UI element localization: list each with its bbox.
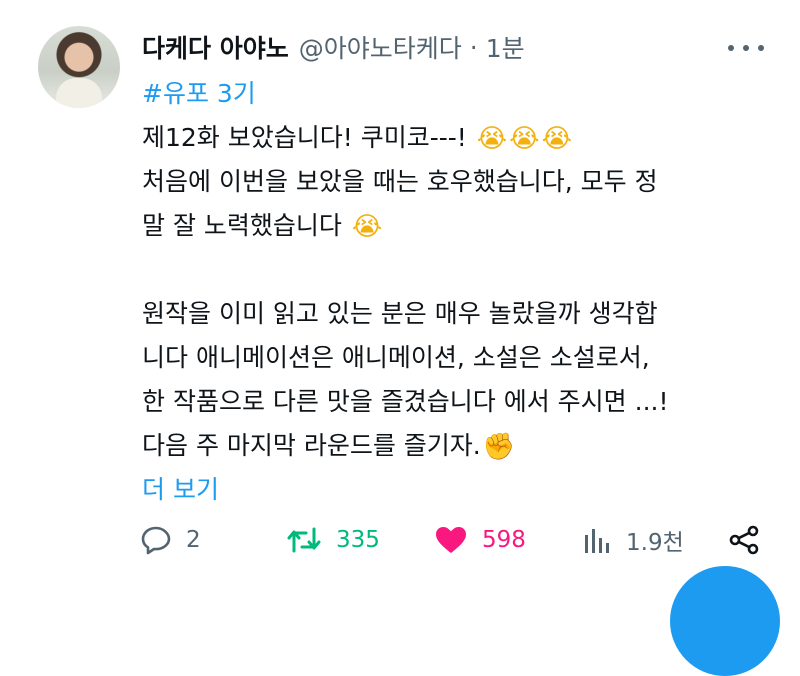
crying-face-icon: 😭 [476,124,508,154]
tweet-text-line: 처음에 이번을 보았을 때는 호우했습니다, 모두 정 [142,167,658,196]
hashtag-link[interactable]: #유포 3기 [142,79,256,108]
tweet-actions: 2 335 598 1.9천 [140,520,780,560]
share-icon [729,525,759,555]
like-count: 598 [482,527,526,553]
crying-face-icon: 😭 [541,124,572,154]
author-handle[interactable]: @아야노타케다 [299,29,462,65]
retweet-count: 335 [336,527,380,553]
tweet-text-line: 원작을 이미 읽고 있는 분은 매우 놀랐을까 생각합 [142,299,658,328]
crying-face-icon: 😭 [509,124,540,154]
crying-face-icon: 😭 [351,212,383,242]
author-display-name[interactable]: 다케다 아야노 [142,29,289,65]
reply-count: 2 [186,527,201,553]
tweet-timestamp[interactable]: 1분 [486,29,525,65]
analytics-icon [585,529,609,553]
like-button[interactable]: 598 [434,520,526,560]
tweet-header: 다케다 아야노 @아야노타케다 · 1분 [142,30,525,64]
reply-button[interactable]: 2 [140,520,201,560]
view-count: 1.9천 [626,530,684,556]
author-avatar[interactable] [38,26,120,108]
compose-button[interactable] [670,566,780,676]
raised-fist-icon: ✊ [482,432,516,462]
share-button[interactable] [728,520,760,560]
tweet-body: #유포 3기 제12화 보았습니다! 쿠미코---! 😭😭😭 처음에 이번을 보… [142,72,772,512]
tweet-text-line: 제12화 보았습니다! 쿠미코---! [142,123,467,152]
retweet-icon [287,527,321,553]
heart-icon [436,527,466,553]
tweet-text-line: 다음 주 마지막 라운드를 즐기자. [142,431,481,460]
separator-dot: · [469,32,478,62]
retweet-button[interactable]: 335 [286,520,380,560]
more-options-icon[interactable] [728,36,764,60]
tweet-text-line: 니다 애니메이션은 애니메이션, 소설은 소설로서, [142,343,650,372]
tweet-text-line: 한 작품으로 다른 맛을 즐겼습니다 에서 주시면 ...! [142,387,669,416]
tweet-text-line: 말 잘 노력했습니다 [142,211,342,240]
show-more-link[interactable]: 더 보기 [142,475,219,504]
reply-icon [141,526,171,555]
views-button[interactable]: 1.9천 [582,520,684,560]
